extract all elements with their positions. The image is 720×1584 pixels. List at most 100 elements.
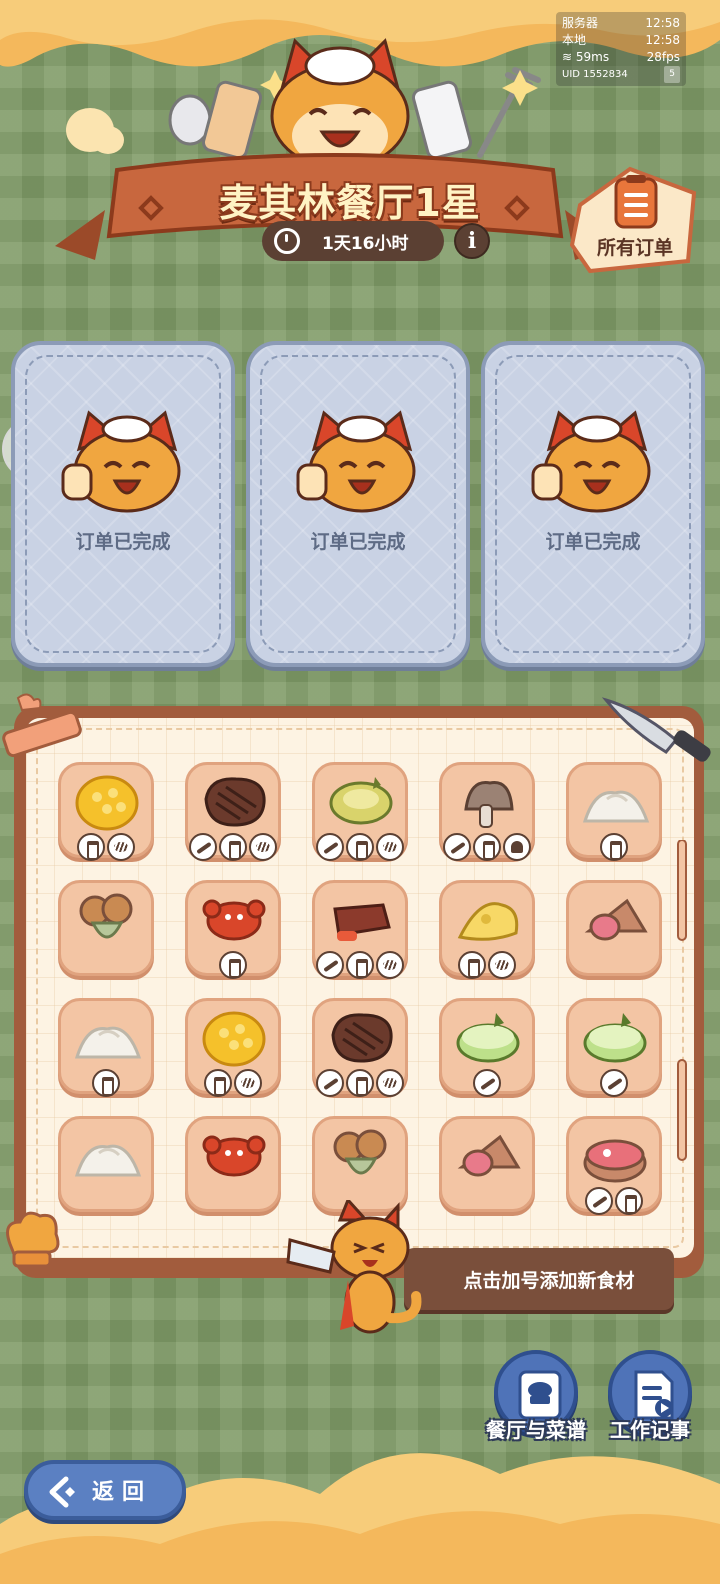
- shaker-icon: [77, 833, 105, 861]
- shaker-icon: [219, 951, 247, 979]
- uid-badge: 5: [664, 66, 680, 83]
- megaphone-fox-mascot: [286, 1200, 422, 1334]
- prep-tags: [315, 951, 405, 979]
- grill-icon: [376, 951, 404, 979]
- shaker-icon: [615, 1187, 643, 1215]
- shaker-icon: [346, 951, 374, 979]
- mushrooms-icon: [464, 781, 514, 828]
- chef-hat-decoration: [6, 1211, 60, 1268]
- knife-icon: [473, 1069, 501, 1097]
- ingredient-slot[interactable]: [312, 762, 408, 861]
- ingredient-slot[interactable]: [439, 998, 535, 1097]
- crab-icon: [202, 899, 266, 941]
- grill-icon: [234, 1069, 262, 1097]
- ingredient-slot[interactable]: [312, 998, 408, 1097]
- all-orders-button[interactable]: 所有订单: [570, 165, 700, 275]
- ingredient-slot[interactable]: [566, 762, 662, 861]
- ingredient-slot[interactable]: [185, 1116, 281, 1212]
- knife-icon: [316, 833, 344, 861]
- ingredient-slot[interactable]: [439, 880, 535, 979]
- ribs-icon: [333, 903, 391, 941]
- thumbs-up-fox-icon: [531, 410, 651, 513]
- knife-icon: [585, 1187, 613, 1215]
- order-status: 订单已完成: [545, 531, 641, 553]
- knife-icon: [316, 1069, 344, 1097]
- prep-tags: [569, 833, 659, 861]
- ingredient-slot[interactable]: [58, 998, 154, 1097]
- broccoli-icon: [79, 893, 133, 939]
- prep-tags: [61, 1069, 151, 1097]
- prep-tags: [442, 833, 532, 861]
- order-card-2[interactable]: 订单已完成: [246, 341, 470, 667]
- ingredient-slot[interactable]: [185, 998, 281, 1097]
- local-time: 12:58: [645, 33, 680, 47]
- knife-icon: [316, 951, 344, 979]
- grill-icon: [249, 833, 277, 861]
- ingredient-slot[interactable]: [58, 1116, 154, 1212]
- thumbs-up-fox-icon: [296, 410, 416, 513]
- knife-icon: [443, 833, 471, 861]
- order-card-3[interactable]: 订单已完成: [481, 341, 705, 667]
- corn-icon: [202, 1011, 266, 1067]
- muffin-icon: [503, 833, 531, 861]
- add-ingredient-hint[interactable]: 点击加号添加新食材: [404, 1248, 674, 1310]
- shaker-icon: [204, 1069, 232, 1097]
- prep-tags: [442, 1069, 532, 1097]
- ingredient-slot[interactable]: [312, 880, 408, 979]
- countdown-timer: 1天16小时: [262, 221, 444, 261]
- grill-icon: [488, 951, 516, 979]
- clock-icon: [274, 228, 300, 254]
- knife-icon: [600, 1069, 628, 1097]
- zucchini-icon: [583, 1013, 647, 1063]
- server-time: 12:58: [645, 16, 680, 30]
- order-status: 订单已完成: [75, 531, 171, 553]
- order-card-1[interactable]: 订单已完成: [11, 341, 235, 667]
- grill-icon: [376, 833, 404, 861]
- ingredient-slot[interactable]: [185, 880, 281, 979]
- prep-tags: [61, 833, 151, 861]
- ingredient-slot[interactable]: [58, 762, 154, 861]
- ingredient-slot[interactable]: [566, 998, 662, 1097]
- ruler-decoration: [2, 693, 82, 758]
- cheese-icon: [457, 902, 519, 941]
- ingredient-slot[interactable]: [58, 880, 154, 976]
- local-label: 本地: [562, 33, 587, 47]
- ingredient-slot[interactable]: [312, 1116, 408, 1212]
- steak-icon: [331, 1013, 393, 1063]
- shaker-icon: [600, 833, 628, 861]
- prep-tags: [188, 951, 278, 979]
- back-arrow-icon: [49, 1476, 75, 1508]
- work-journal-label: 工作记事: [610, 1418, 690, 1442]
- grill-icon: [107, 833, 135, 861]
- prep-tags: [569, 1069, 659, 1097]
- restaurant-recipes-label: 餐厅与菜谱: [486, 1418, 586, 1442]
- timer-text: 1天16小时: [322, 233, 409, 254]
- prep-tags: [442, 951, 532, 979]
- ingredient-slot[interactable]: [185, 762, 281, 861]
- info-button[interactable]: i: [454, 223, 490, 259]
- crab-icon: [202, 1135, 266, 1177]
- prep-tags: [315, 1069, 405, 1097]
- prep-tags: [569, 1187, 659, 1215]
- shaker-icon: [458, 951, 486, 979]
- shaker-icon: [473, 833, 501, 861]
- ingredient-slot[interactable]: [566, 1116, 662, 1215]
- shaker-icon: [219, 833, 247, 861]
- shaker-icon: [346, 833, 374, 861]
- ingredient-slot[interactable]: [439, 1116, 535, 1212]
- grill-icon: [376, 1069, 404, 1097]
- server-label: 服务器: [562, 16, 599, 30]
- ingredient-slot[interactable]: [439, 762, 535, 861]
- knife-icon: [189, 833, 217, 861]
- order-status: 订单已完成: [310, 531, 406, 553]
- chef-fox-mascot: [270, 38, 410, 166]
- shaker-icon: [92, 1069, 120, 1097]
- ingredient-slot[interactable]: [566, 880, 662, 976]
- broccoli-icon: [333, 1129, 387, 1175]
- back-button[interactable]: 返回: [24, 1460, 186, 1520]
- steak-icon: [204, 777, 266, 827]
- flour-icon: [582, 790, 650, 823]
- restaurant-title: 麦其林餐厅1星: [219, 181, 481, 225]
- ham-icon: [457, 1134, 521, 1177]
- ham-slice-icon: [583, 1139, 647, 1183]
